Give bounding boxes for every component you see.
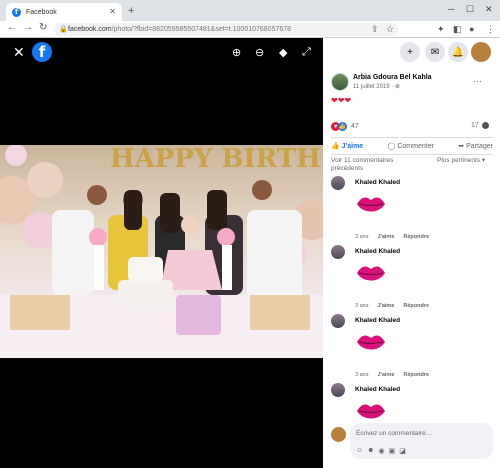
- share-button[interactable]: ➦ Partager: [458, 142, 493, 150]
- comment: Khaled Khaled 3 ans J'aime Répondre: [331, 176, 493, 246]
- like-reaction-icon: 👍: [338, 122, 347, 131]
- commenter-name[interactable]: Khaled Khaled: [355, 248, 400, 255]
- post-date[interactable]: 11 juillet 2019 · ⊕: [353, 83, 432, 90]
- tab-title: Facebook: [26, 8, 57, 16]
- post-panel: + ✉ 🔔 Arbia Gdoura Bel Kahla 11 juillet …: [323, 38, 500, 468]
- comment-placeholder: Écrivez un commentaire…: [356, 430, 433, 437]
- url-path: /photo/?fbid=882059585507481&set=t.10001…: [111, 26, 292, 33]
- zoom-out-icon[interactable]: ⊖: [255, 46, 264, 59]
- comment-count-icon: [481, 122, 489, 129]
- gif-icon[interactable]: ▣: [389, 447, 396, 455]
- composer-icons: ☺ ☻ ◉ ▣ ◪: [356, 447, 406, 455]
- party-scene: HAPPY BIRTH: [0, 145, 323, 358]
- chevron-down-icon: ▾: [481, 157, 486, 164]
- zoom-in-icon[interactable]: ⊕: [232, 46, 241, 59]
- close-viewer-icon[interactable]: ✕: [13, 44, 25, 61]
- comment-count-value: 17: [471, 122, 479, 129]
- lips-sticker: [357, 197, 385, 212]
- comment-count[interactable]: 17: [471, 122, 489, 129]
- facebook-logo-icon[interactable]: f: [32, 42, 52, 62]
- lips-sticker: [357, 404, 385, 419]
- commenter-avatar[interactable]: [331, 314, 345, 328]
- comment-like-button[interactable]: J'aime: [377, 372, 394, 378]
- comment: Khaled Khaled 3 ans J'aime Répondre: [331, 245, 493, 315]
- balloon-letters: HAPPY BIRTH: [110, 145, 321, 174]
- comment-time[interactable]: 3 ans: [355, 234, 368, 240]
- sort-comments[interactable]: Plus pertinents ▾: [437, 157, 495, 165]
- comment-like-button[interactable]: J'aime: [377, 303, 394, 309]
- sidebar-icon[interactable]: ◧: [453, 24, 462, 35]
- camera-icon[interactable]: ◉: [379, 447, 385, 455]
- photo-viewer: ✕ f ⊕ ⊖ ◆ ⤢ HAPPY BIRTH: [0, 38, 323, 468]
- minimize-icon[interactable]: ─: [448, 4, 454, 14]
- comment-meta: 3 ans J'aime Répondre: [355, 372, 429, 378]
- like-button[interactable]: 👍 J'aime: [331, 142, 363, 150]
- create-button[interactable]: +: [400, 42, 420, 62]
- address-row: ← → ↻ 🔒 facebook.com/photo/?fbid=88205958…: [0, 21, 500, 38]
- facebook-favicon-icon: f: [12, 7, 21, 17]
- comment-meta: 3 ans J'aime Répondre: [355, 234, 429, 240]
- tab-close-icon[interactable]: ✕: [109, 7, 116, 16]
- comment-time[interactable]: 3 ans: [355, 303, 368, 309]
- view-previous-comments[interactable]: Voir 11 commentaires précédents: [331, 157, 417, 173]
- tag-icon[interactable]: ◆: [279, 46, 287, 59]
- party-photo: HAPPY BIRTH: [0, 145, 323, 358]
- comment-meta: 3 ans J'aime Répondre: [355, 303, 429, 309]
- commenter-avatar[interactable]: [331, 245, 345, 259]
- sort-label: Plus pertinents: [437, 157, 480, 164]
- post-author: Arbia Gdoura Bel Kahla 11 juillet 2019 ·…: [331, 73, 432, 91]
- share-label: Partager: [466, 143, 493, 150]
- notifications-icon[interactable]: 🔔: [448, 42, 468, 62]
- commenter-name[interactable]: Khaled Khaled: [355, 179, 400, 186]
- post-caption-hearts: ❤❤❤: [331, 96, 352, 105]
- avatar-sticker-icon[interactable]: ☺: [356, 447, 363, 455]
- close-window-icon[interactable]: ✕: [485, 4, 493, 15]
- reload-icon[interactable]: ↻: [39, 22, 47, 33]
- comment-reply-button[interactable]: Répondre: [403, 303, 429, 309]
- comment-button[interactable]: ◯ Commenter: [388, 142, 434, 150]
- profile-icon[interactable]: ●: [469, 24, 474, 34]
- like-label: J'aime: [341, 143, 364, 150]
- comment-time[interactable]: 3 ans: [355, 372, 368, 378]
- lock-icon: 🔒: [59, 26, 68, 33]
- post-actions: 👍 J'aime ◯ Commenter ➦ Partager: [331, 137, 493, 155]
- share-page-icon[interactable]: ⇪: [371, 24, 379, 35]
- author-avatar[interactable]: [331, 73, 349, 91]
- back-icon[interactable]: ←: [7, 22, 17, 33]
- comment: Khaled Khaled 3 ans J'aime Répondre: [331, 314, 493, 384]
- lips-sticker: [357, 266, 385, 281]
- messenger-icon[interactable]: ✉: [425, 42, 445, 62]
- comment-reply-button[interactable]: Répondre: [403, 372, 429, 378]
- forward-icon[interactable]: →: [23, 22, 33, 33]
- commenter-name[interactable]: Khaled Khaled: [355, 386, 400, 393]
- reaction-count: 47: [351, 123, 359, 130]
- commenter-name[interactable]: Khaled Khaled: [355, 317, 400, 324]
- extensions-icon[interactable]: ✦: [437, 24, 445, 35]
- comment-composer: Écrivez un commentaire… ☺ ☻ ◉ ▣ ◪: [331, 421, 493, 461]
- more-options-icon[interactable]: ⋯: [473, 76, 482, 87]
- fullscreen-icon[interactable]: ⤢: [302, 46, 311, 59]
- browser-tab[interactable]: f Facebook ✕: [6, 3, 122, 21]
- commenter-avatar[interactable]: [331, 176, 345, 190]
- bookmark-star-icon[interactable]: ☆: [386, 24, 394, 35]
- url-base: facebook.com: [68, 26, 112, 33]
- chrome-menu-icon[interactable]: ⋮: [486, 24, 495, 35]
- emoji-icon[interactable]: ☻: [367, 447, 374, 455]
- comment-like-button[interactable]: J'aime: [377, 234, 394, 240]
- address-bar[interactable]: 🔒 facebook.com/photo/?fbid=88205958550748…: [54, 23, 398, 36]
- comment: Khaled Khaled: [331, 383, 493, 419]
- reactions-summary[interactable]: ♥ 👍 47: [331, 122, 359, 131]
- sticker-icon[interactable]: ◪: [399, 447, 406, 455]
- lips-sticker: [357, 335, 385, 350]
- composer-avatar: [331, 427, 346, 442]
- commenter-avatar[interactable]: [331, 383, 345, 397]
- author-name[interactable]: Arbia Gdoura Bel Kahla: [353, 74, 432, 81]
- comment-reply-button[interactable]: Répondre: [403, 234, 429, 240]
- account-avatar[interactable]: [471, 42, 491, 62]
- maximize-icon[interactable]: ☐: [466, 4, 474, 15]
- comment-input[interactable]: Écrivez un commentaire… ☺ ☻ ◉ ▣ ◪: [350, 423, 493, 459]
- comment-label: Commenter: [397, 143, 434, 150]
- new-tab-button[interactable]: +: [128, 5, 134, 17]
